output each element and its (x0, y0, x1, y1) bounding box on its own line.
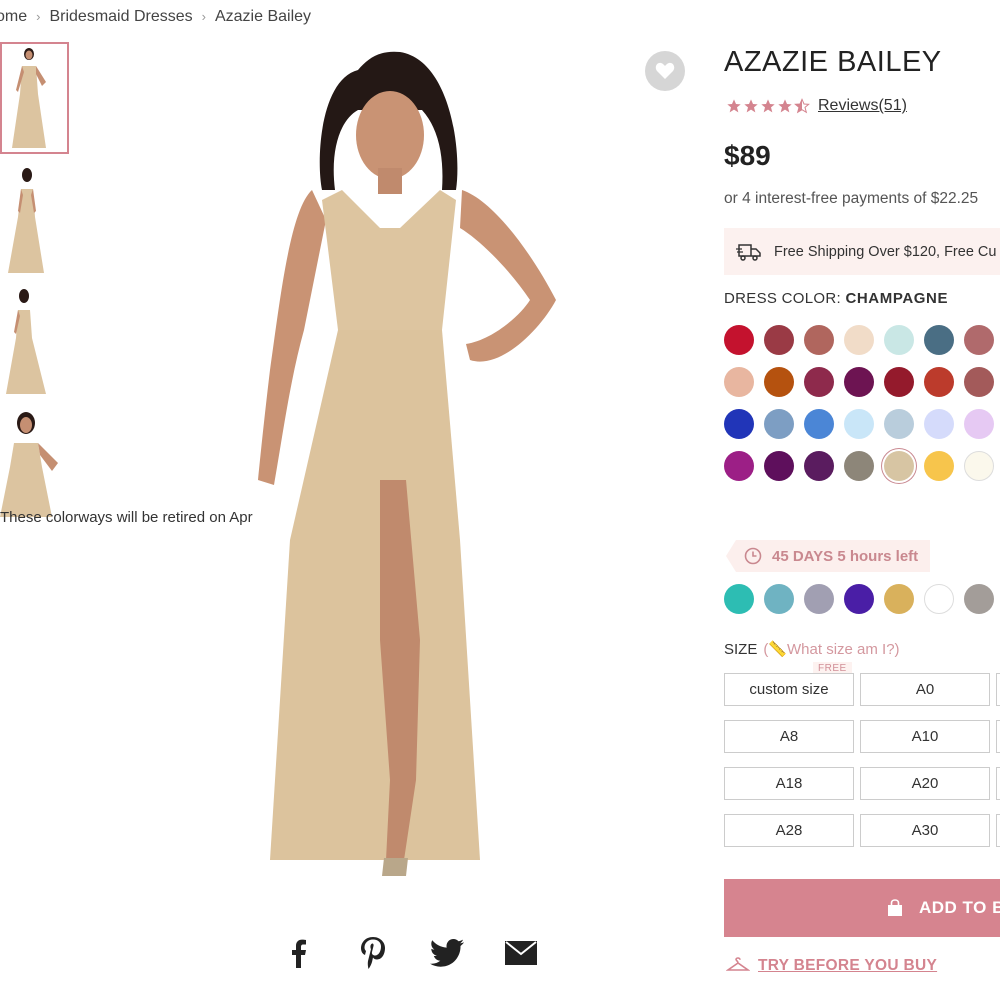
color-swatch[interactable] (804, 325, 834, 355)
size-option[interactable]: A18 (724, 767, 854, 800)
heart-icon (655, 62, 675, 79)
breadcrumb-current: Azazie Bailey (214, 8, 312, 25)
product-title: AZAZIE BAILEY (724, 46, 942, 78)
retire-notice: These colorways will be retired on Apr (0, 509, 253, 526)
retiring-color-swatch[interactable] (884, 584, 914, 614)
color-swatch[interactable] (804, 367, 834, 397)
shipping-text: Free Shipping Over $120, Free Cu (774, 243, 997, 260)
size-option-cut[interactable] (996, 814, 1000, 847)
countdown-badge: 45 DAYS 5 hours left (726, 540, 931, 572)
color-swatch[interactable] (964, 367, 994, 397)
add-to-bag-label: ADD TO B (919, 898, 1000, 917)
size-option-cut[interactable] (996, 767, 1000, 800)
breadcrumb-home[interactable]: ome (0, 8, 27, 25)
retiring-color-swatch[interactable] (804, 584, 834, 614)
size-option[interactable]: A10 (860, 720, 990, 753)
bag-icon (888, 899, 902, 916)
size-label: SIZE (📏What size am I?) (724, 640, 900, 658)
thumbnail-front[interactable] (0, 42, 69, 154)
color-swatch[interactable] (844, 325, 874, 355)
color-swatch[interactable] (924, 367, 954, 397)
try-before-label: TRY BEFORE YOU BUY (758, 957, 938, 974)
size-option[interactable]: A30 (860, 814, 990, 847)
size-option[interactable]: A8 (724, 720, 854, 753)
size-option[interactable]: A20 (860, 767, 990, 800)
color-swatch[interactable] (884, 451, 914, 481)
color-swatch[interactable] (964, 325, 994, 355)
color-swatch[interactable] (964, 451, 994, 481)
try-before-you-buy-link[interactable]: TRY BEFORE YOU BUY (726, 957, 937, 975)
dress-color-label: DRESS COLOR: CHAMPAGNE (724, 290, 948, 307)
color-swatch[interactable] (844, 409, 874, 439)
size-option[interactable]: custom size (724, 673, 854, 706)
size-option[interactable]: A0 (860, 673, 990, 706)
color-swatch[interactable] (884, 409, 914, 439)
breadcrumb: ome › Bridesmaid Dresses › Azazie Bailey (0, 8, 311, 26)
pinterest-icon[interactable] (336, 933, 410, 973)
color-swatch[interactable] (844, 451, 874, 481)
color-swatch[interactable] (724, 451, 754, 481)
countdown-text: 45 DAYS 5 hours left (772, 547, 919, 565)
truck-icon (736, 243, 761, 261)
retiring-color-swatch[interactable] (724, 584, 754, 614)
clock-icon (744, 547, 762, 565)
color-swatch[interactable] (764, 451, 794, 481)
color-swatch[interactable] (924, 325, 954, 355)
thumbnail-back[interactable] (0, 165, 66, 275)
size-option[interactable]: A28 (724, 814, 854, 847)
color-swatch[interactable] (764, 409, 794, 439)
reviews-link[interactable]: Reviews(51) (818, 97, 907, 115)
color-swatch[interactable] (804, 451, 834, 481)
selected-color-name: CHAMPAGNE (845, 290, 949, 307)
star-icon (744, 99, 758, 113)
shipping-banner: Free Shipping Over $120, Free Cu (724, 228, 1000, 275)
thumbnail-closeup[interactable] (0, 407, 66, 517)
color-swatch[interactable] (804, 409, 834, 439)
color-label-text: DRESS COLOR: (724, 290, 841, 307)
size-label-text: SIZE (724, 641, 758, 658)
installment-text: or 4 interest-free payments of $22.25 (724, 190, 979, 207)
star-rating (726, 98, 810, 114)
color-swatch[interactable] (924, 409, 954, 439)
retiring-color-swatch[interactable] (764, 584, 794, 614)
color-swatch[interactable] (884, 325, 914, 355)
color-swatch[interactable] (764, 325, 794, 355)
size-option-cut[interactable] (996, 720, 1000, 753)
thumbnail-side[interactable] (0, 286, 66, 396)
twitter-icon[interactable] (410, 933, 484, 973)
color-swatch[interactable] (924, 451, 954, 481)
rating-row: Reviews(51) (726, 97, 907, 115)
favorite-button[interactable] (645, 51, 685, 91)
share-bar (262, 933, 558, 973)
color-swatch[interactable] (724, 325, 754, 355)
thumbnail-list (0, 42, 70, 528)
color-swatch[interactable] (764, 367, 794, 397)
star-icon (761, 99, 775, 113)
retiring-color-swatch[interactable] (924, 584, 954, 614)
chevron-right-icon: › (36, 9, 41, 24)
add-to-bag-button[interactable]: ADD TO B (724, 879, 1000, 937)
color-swatch[interactable] (724, 367, 754, 397)
chevron-right-icon: › (201, 9, 206, 24)
retiring-color-swatch[interactable] (844, 584, 874, 614)
breadcrumb-category[interactable]: Bridesmaid Dresses (49, 8, 192, 25)
retiring-color-swatch[interactable] (964, 584, 994, 614)
email-icon[interactable] (484, 933, 558, 973)
star-icon (778, 99, 792, 113)
size-option-cut[interactable] (996, 673, 1000, 706)
product-main-image[interactable] (230, 40, 590, 900)
color-swatch[interactable] (884, 367, 914, 397)
size-help-link[interactable]: (📏What size am I?) (763, 641, 899, 658)
hanger-icon (726, 957, 750, 971)
color-swatch[interactable] (844, 367, 874, 397)
product-price: $89 (724, 140, 771, 171)
half-star-icon (794, 98, 810, 114)
star-icon (727, 99, 741, 113)
color-swatch[interactable] (964, 409, 994, 439)
color-swatch[interactable] (724, 409, 754, 439)
facebook-icon[interactable] (262, 933, 336, 973)
